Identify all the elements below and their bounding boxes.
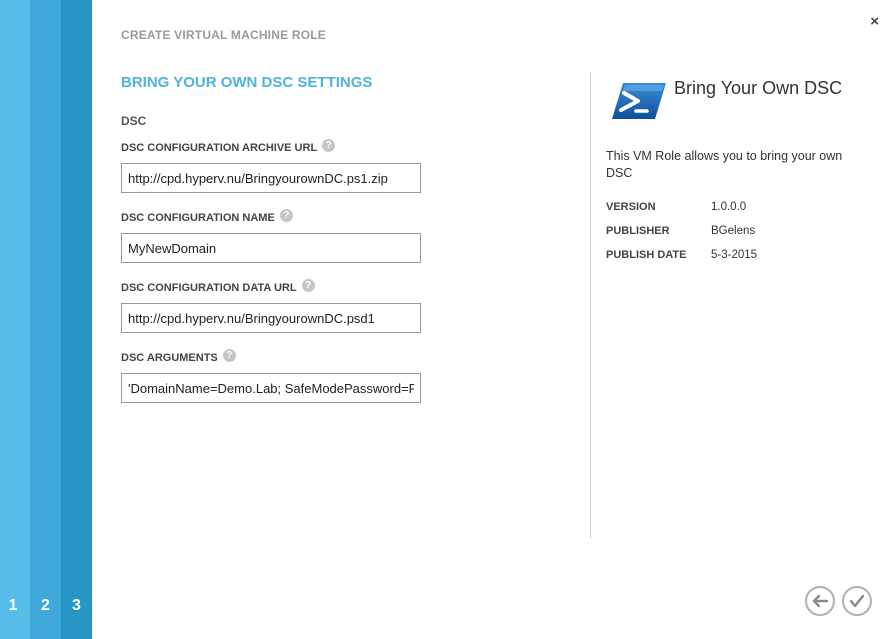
dsc-configuration-name-field: DSC CONFIGURATION NAME ? (121, 208, 421, 263)
wizard-step-rail: 1 2 3 (0, 0, 92, 639)
role-name: Bring Your Own DSC (674, 78, 843, 98)
meta-key: PUBLISH DATE (606, 249, 687, 261)
meta-value: 1.0.0.0 (711, 201, 747, 213)
meta-value: 5-3-2015 (711, 249, 758, 261)
help-icon[interactable]: ? (279, 208, 293, 222)
dsc-arguments-input[interactable] (121, 373, 421, 403)
field-label: DSC CONFIGURATION NAME (121, 212, 275, 224)
wizard-step-1[interactable]: 1 (0, 0, 30, 639)
close-icon[interactable]: × (870, 14, 879, 30)
wizard-step-3[interactable]: 3 (61, 0, 92, 639)
powershell-icon (612, 83, 666, 119)
help-icon[interactable]: ? (222, 348, 236, 362)
step-number: 1 (8, 597, 18, 614)
help-icon[interactable]: ? (322, 138, 336, 152)
meta-key: VERSION (606, 201, 656, 213)
step-number: 3 (72, 597, 81, 614)
field-label: DSC CONFIGURATION DATA URL (121, 282, 297, 294)
dsc-data-url-field: DSC CONFIGURATION DATA URL ? (121, 278, 421, 333)
step-number: 2 (41, 597, 50, 614)
finish-button[interactable] (842, 586, 872, 616)
field-label: DSC ARGUMENTS (121, 352, 218, 364)
wizard-step-2[interactable]: 2 (30, 0, 61, 639)
group-label: DSC (121, 114, 147, 128)
help-icon[interactable]: ? (301, 278, 315, 292)
section-title: BRING YOUR OWN DSC SETTINGS (121, 74, 373, 91)
role-description: This VM Role allows you to bring your ow… (606, 149, 843, 180)
panel-divider (590, 72, 591, 538)
back-button[interactable] (805, 586, 835, 616)
checkmark-icon (849, 594, 865, 608)
field-label: DSC CONFIGURATION ARCHIVE URL (121, 142, 318, 154)
dsc-data-url-input[interactable] (121, 303, 421, 333)
meta-value: BGelens (711, 225, 756, 237)
arrow-left-icon (812, 594, 829, 608)
dialog-title: CREATE VIRTUAL MACHINE ROLE (121, 28, 326, 42)
meta-key: PUBLISHER (606, 225, 670, 237)
dsc-archive-url-field: DSC CONFIGURATION ARCHIVE URL ? (121, 138, 421, 193)
dsc-archive-url-input[interactable] (121, 163, 421, 193)
dsc-arguments-field: DSC ARGUMENTS ? (121, 348, 421, 403)
dsc-configuration-name-input[interactable] (121, 233, 421, 263)
